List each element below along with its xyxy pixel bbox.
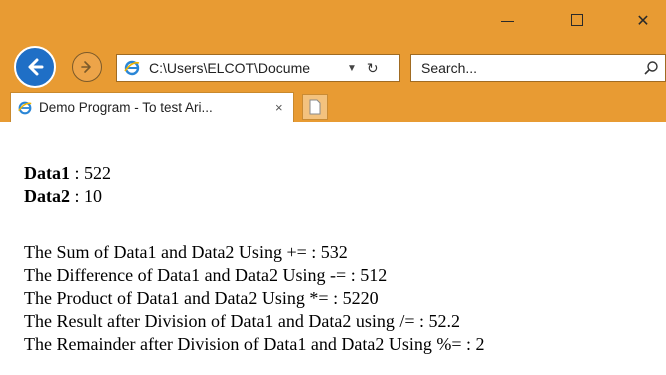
forward-button[interactable] xyxy=(72,52,102,82)
ie-icon xyxy=(18,101,32,114)
search-input[interactable]: Search... xyxy=(421,60,643,76)
address-bar[interactable]: C:\Users\ELCOT\Docume ▼ ↻ xyxy=(116,54,400,82)
search-icon[interactable] xyxy=(643,60,659,76)
close-button[interactable]: ✕ xyxy=(620,0,666,40)
data2-label: Data2 xyxy=(24,186,70,206)
close-icon: ✕ xyxy=(636,10,650,30)
minimize-button[interactable] xyxy=(484,0,530,40)
data1-value: : 522 xyxy=(70,163,112,183)
data1-label: Data1 xyxy=(24,163,70,183)
data2-value: : 10 xyxy=(70,186,103,206)
minimize-icon xyxy=(500,20,514,22)
tab-demo-program[interactable]: Demo Program - To test Ari... × xyxy=(10,92,294,122)
maximize-button[interactable] xyxy=(554,0,600,40)
refresh-icon[interactable]: ↻ xyxy=(367,60,379,77)
forward-arrow-icon xyxy=(81,61,91,73)
product-result: The Product of Data1 and Data2 Using *= … xyxy=(24,288,379,308)
difference-result: The Difference of Data1 and Data2 Using … xyxy=(24,265,388,285)
sum-result: The Sum of Data1 and Data2 Using += : 53… xyxy=(24,242,348,262)
new-tab-button[interactable] xyxy=(302,94,328,120)
data1-line: Data1 : 522 xyxy=(24,162,111,184)
back-button[interactable] xyxy=(14,46,56,88)
maximize-icon xyxy=(571,14,583,26)
chevron-down-icon[interactable]: ▼ xyxy=(347,63,357,74)
division-result: The Result after Division of Data1 and D… xyxy=(24,311,461,331)
search-bar[interactable]: Search... xyxy=(410,54,666,82)
back-arrow-icon xyxy=(28,58,44,76)
remainder-result: The Remainder after Division of Data1 an… xyxy=(24,334,485,354)
address-input[interactable]: C:\Users\ELCOT\Docume xyxy=(149,60,339,76)
data2-line: Data2 : 10 xyxy=(24,185,102,207)
new-tab-icon xyxy=(309,99,321,115)
tab-close-icon[interactable]: × xyxy=(275,100,283,115)
page-content: Data1 : 522 Data2 : 10 The Sum of Data1 … xyxy=(0,122,666,375)
tab-title: Demo Program - To test Ari... xyxy=(39,100,213,115)
page-icon xyxy=(124,60,140,76)
